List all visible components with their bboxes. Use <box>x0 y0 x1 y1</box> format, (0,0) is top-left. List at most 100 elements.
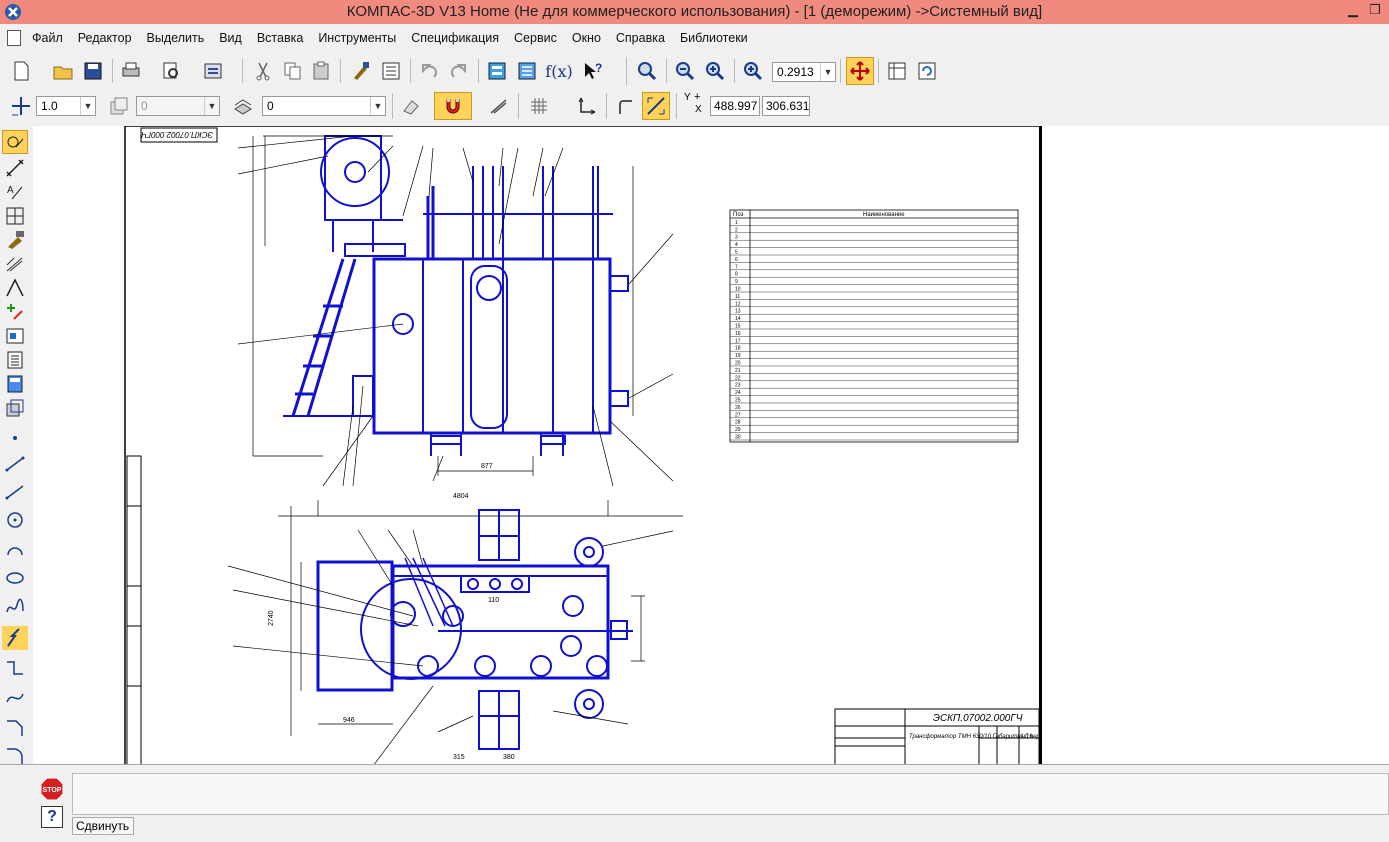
parts-row-number: 7 <box>735 264 738 270</box>
eraser-icon[interactable] <box>398 93 424 119</box>
spec-panel-icon[interactable] <box>2 324 28 348</box>
redraw-grid-icon[interactable] <box>884 58 910 84</box>
cross-icon: + <box>694 91 701 103</box>
menu-item-5[interactable]: Инструменты <box>318 31 396 45</box>
fragments-panel-icon[interactable] <box>2 372 28 396</box>
menu-item-0[interactable]: Файл <box>32 31 63 45</box>
menu-item-2[interactable]: Выделить <box>147 31 205 45</box>
parts-rows: 1234567891011121314151617181920212223242… <box>730 220 1018 441</box>
print-button[interactable] <box>118 58 144 84</box>
menu-item-4[interactable]: Вставка <box>257 31 303 45</box>
chevron-down-icon[interactable]: ▼ <box>204 97 219 115</box>
select-panel-icon[interactable] <box>2 276 28 300</box>
parts-row-number: 26 <box>735 405 741 411</box>
bottom-panel: STOP ? Сдвинуть <box>0 764 1389 842</box>
round-to-grid-button[interactable] <box>642 92 670 120</box>
zoom-scale-icon[interactable] <box>740 58 766 84</box>
layer-combo[interactable]: 0 ▼ <box>136 96 220 116</box>
zoom-window-icon[interactable] <box>634 58 660 84</box>
segment-icon[interactable] <box>2 480 28 504</box>
ortho-icon[interactable] <box>486 93 512 119</box>
chevron-down-icon[interactable]: ▼ <box>370 97 385 115</box>
menu-item-3[interactable]: Вид <box>219 31 242 45</box>
fx-button[interactable]: f(x) <box>544 58 574 84</box>
parts-row-number: 3 <box>735 235 738 241</box>
dimensions-panel-icon[interactable] <box>2 156 28 180</box>
format-painter-icon[interactable] <box>348 58 374 84</box>
step-combo[interactable]: 1.0 ▼ <box>36 96 96 116</box>
menu-item-8[interactable]: Окно <box>572 31 601 45</box>
list-icon[interactable] <box>378 58 404 84</box>
context-help-icon[interactable]: ? <box>580 58 606 84</box>
chamfer-icon[interactable] <box>2 716 28 740</box>
menu-item-9[interactable]: Справка <box>616 31 665 45</box>
round-icon[interactable] <box>612 93 638 119</box>
document-icon[interactable] <box>7 30 21 46</box>
parts-row-number: 14 <box>735 316 741 322</box>
geometry-panel-icon[interactable] <box>2 130 28 154</box>
polyline-icon[interactable] <box>2 656 28 680</box>
parametrization-panel-icon[interactable] <box>2 228 28 252</box>
views-panel-icon[interactable] <box>2 396 28 420</box>
zoom-combo[interactable]: 0.2913 ▼ <box>772 62 836 82</box>
parts-row-number: 28 <box>735 420 741 426</box>
grid-icon[interactable] <box>526 93 552 119</box>
redo-icon[interactable] <box>446 58 472 84</box>
line-icon[interactable] <box>2 452 28 476</box>
measure-panel-icon[interactable] <box>2 252 28 276</box>
style-icon[interactable] <box>230 93 256 119</box>
menu-item-7[interactable]: Сервис <box>514 31 557 45</box>
chevron-down-icon[interactable]: ▼ <box>820 63 835 81</box>
cut-icon[interactable] <box>250 58 276 84</box>
parts-row-number: 22 <box>735 375 741 381</box>
new-document-button[interactable] <box>8 58 34 84</box>
undo-icon[interactable] <box>416 58 442 84</box>
edit-panel-icon[interactable] <box>2 204 28 228</box>
menu-item-6[interactable]: Спецификация <box>411 31 499 45</box>
zoom-out-icon[interactable] <box>672 58 698 84</box>
circle-icon[interactable] <box>2 508 28 532</box>
chevron-down-icon[interactable]: ▼ <box>80 97 95 115</box>
refresh-icon[interactable] <box>914 58 940 84</box>
pan-button[interactable] <box>846 57 874 85</box>
open-button[interactable] <box>50 58 76 84</box>
point-icon[interactable] <box>2 426 28 450</box>
dim-4804: 4804 <box>453 493 469 500</box>
parts-row-number: 15 <box>735 324 741 330</box>
parts-row-number: 19 <box>735 353 741 359</box>
spline-icon[interactable] <box>2 596 28 620</box>
style-combo[interactable]: 0 ▼ <box>262 96 386 116</box>
restore-icon[interactable]: ❐ <box>1366 2 1384 20</box>
dim-2740: 2740 <box>268 610 275 626</box>
constraints-panel-icon[interactable] <box>2 300 28 324</box>
print-preview-button[interactable] <box>158 58 184 84</box>
snap-magnet-button[interactable] <box>434 92 472 120</box>
ellipse-icon[interactable] <box>2 566 28 590</box>
stop-icon[interactable]: STOP <box>40 777 64 801</box>
layer-icon[interactable] <box>106 93 132 119</box>
variables-icon[interactable] <box>514 58 540 84</box>
save-button[interactable] <box>80 58 106 84</box>
manager-icon[interactable] <box>484 58 510 84</box>
paste-icon[interactable] <box>308 58 334 84</box>
title-block-code: ЭСКП.07002.000ГЧ <box>933 713 1023 724</box>
copy-icon[interactable] <box>280 58 306 84</box>
minimize-icon[interactable]: ▁ <box>1344 2 1362 20</box>
dim-315: 315 <box>453 754 465 761</box>
drawing-canvas[interactable]: ЭСКП.07002.000ГЧ 877 1 2 3 4 5 6 7 8 9 1… <box>33 126 1389 764</box>
reports-panel-icon[interactable] <box>2 348 28 372</box>
properties-button[interactable] <box>200 58 226 84</box>
local-cs-icon[interactable] <box>574 93 600 119</box>
bezier-icon[interactable] <box>2 686 28 710</box>
arc-icon[interactable] <box>2 538 28 562</box>
cursor-y-field[interactable]: 306.631 <box>762 96 810 116</box>
menu-item-10[interactable]: Библиотеки <box>680 31 748 45</box>
help-button[interactable]: ? <box>41 806 63 828</box>
zoom-in-icon[interactable] <box>702 58 728 84</box>
parts-table <box>729 209 1019 443</box>
cursor-x-field[interactable]: 488.997 <box>710 96 760 116</box>
autoline-icon[interactable] <box>2 626 28 650</box>
notation-panel-icon[interactable]: A <box>2 180 28 204</box>
menu-item-1[interactable]: Редактор <box>78 31 132 45</box>
drawing-svg: ЭСКП.07002.000ГЧ 877 1234567891011121314… <box>124 126 1389 764</box>
